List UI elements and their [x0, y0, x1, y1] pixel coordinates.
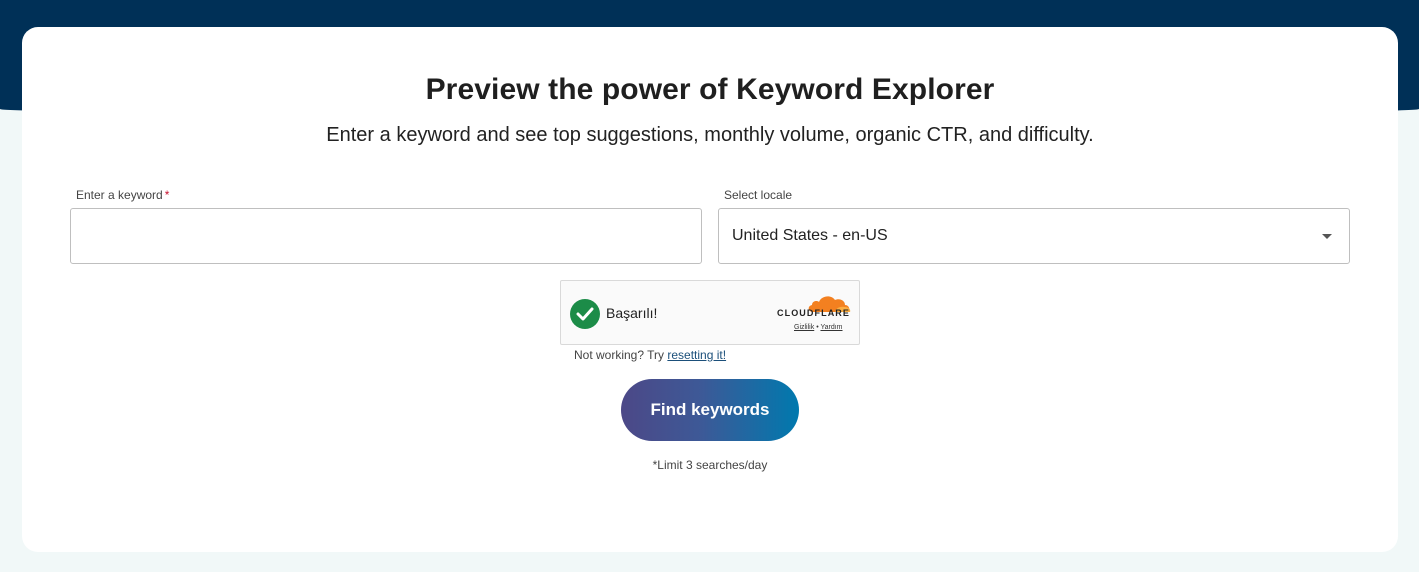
- caret-down-icon: [1322, 233, 1332, 239]
- link-separator: •: [816, 324, 819, 331]
- page-subtitle: Enter a keyword and see top suggestions,…: [326, 124, 1094, 146]
- required-marker: *: [164, 188, 170, 202]
- captcha-reset-hint: Not working? Try resetting it!: [574, 348, 726, 362]
- page-title: Preview the power of Keyword Explorer: [425, 73, 995, 106]
- keyword-label-text: Enter a keyword: [76, 188, 163, 202]
- keyword-explorer-card: Preview the power of Keyword Explorer En…: [22, 27, 1398, 552]
- captcha-links: Gizlilik • Yardım: [794, 324, 843, 331]
- privacy-link[interactable]: Gizlilik: [794, 324, 814, 331]
- locale-select[interactable]: United States - en-US: [718, 208, 1350, 264]
- cloudflare-captcha-widget[interactable]: Başarılı! CLOUDFLARE Gizlilik • Yardım: [560, 280, 860, 345]
- reset-captcha-link[interactable]: resetting it!: [667, 348, 726, 362]
- keyword-input[interactable]: [70, 208, 702, 264]
- success-check-icon: [570, 299, 600, 329]
- captcha-status-text: Başarılı!: [606, 305, 658, 321]
- locale-selected-value: United States - en-US: [732, 227, 888, 244]
- find-keywords-button[interactable]: Find keywords: [621, 379, 799, 441]
- search-limit-note: *Limit 3 searches/day: [652, 458, 768, 472]
- keyword-label: Enter a keyword *: [76, 188, 169, 202]
- locale-label: Select locale: [724, 188, 793, 202]
- help-link[interactable]: Yardım: [820, 324, 842, 331]
- reset-prefix: Not working? Try: [574, 348, 665, 362]
- cloudflare-wordmark: CLOUDFLARE: [777, 308, 850, 318]
